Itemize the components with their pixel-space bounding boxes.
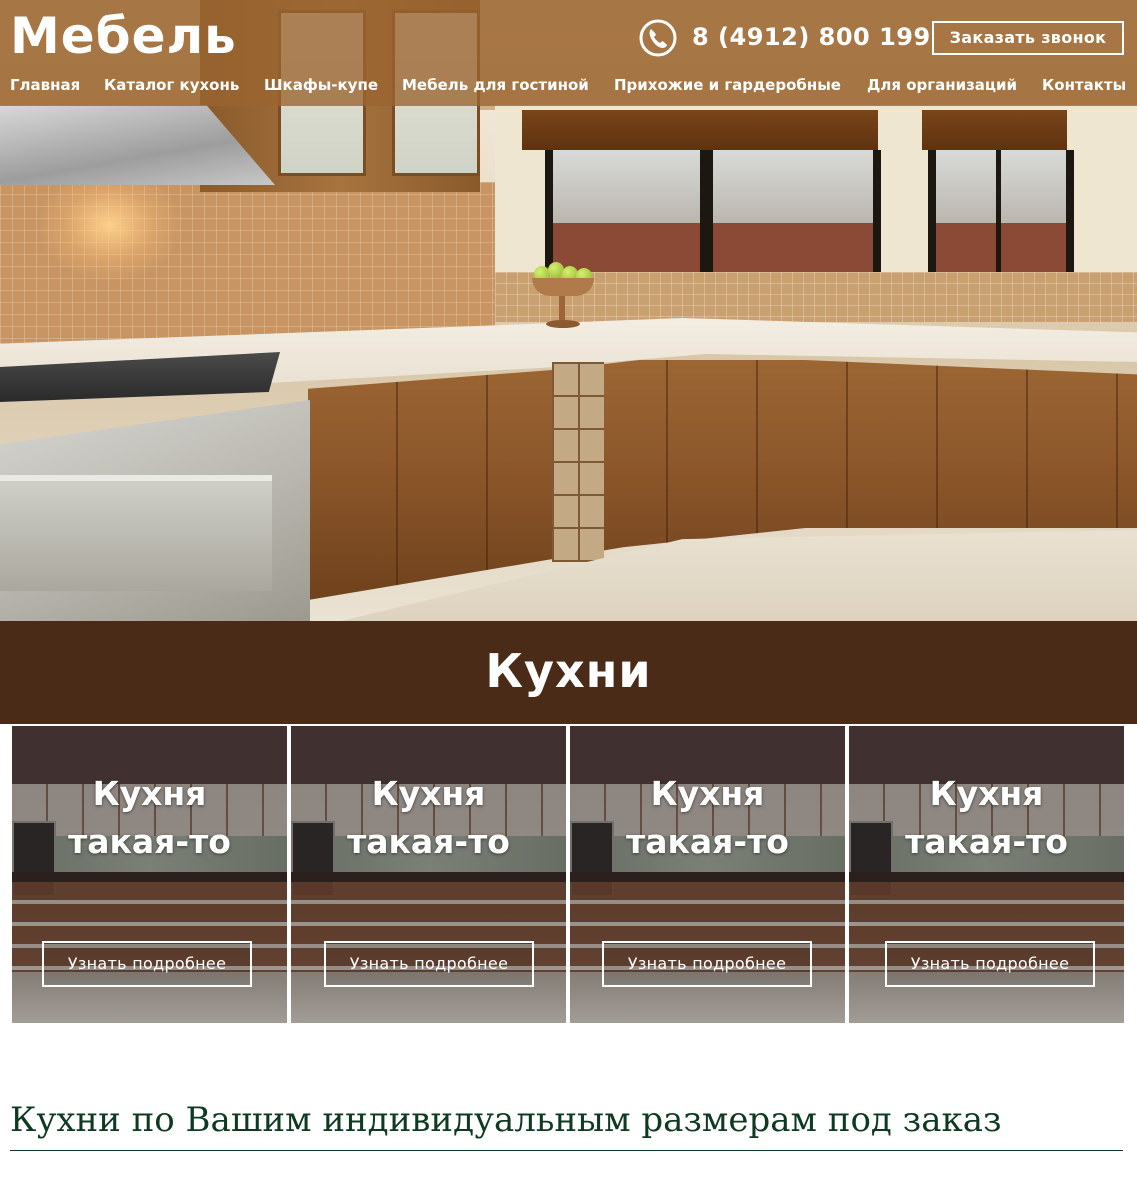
learn-more-button[interactable]: Узнать подробнее bbox=[602, 941, 812, 987]
learn-more-button[interactable]: Узнать подробнее bbox=[42, 941, 252, 987]
hero-bowl-stem bbox=[559, 296, 565, 322]
hero-window bbox=[545, 150, 881, 272]
phone-number[interactable]: 8 (4912) 800 199 bbox=[692, 20, 931, 54]
kitchen-card-title-line2: такая-то bbox=[626, 822, 789, 861]
kitchen-card-title: Кухня такая-то bbox=[291, 770, 566, 866]
kitchen-card[interactable]: Кухня такая-то Узнать подробнее bbox=[849, 726, 1124, 1023]
kitchen-card-title: Кухня такая-то bbox=[570, 770, 845, 866]
nav-item-living-room[interactable]: Мебель для гостиной bbox=[402, 74, 589, 96]
nav-item-kitchen-catalog[interactable]: Каталог кухонь bbox=[104, 74, 239, 96]
hero-light-glow bbox=[40, 170, 180, 280]
kitchen-card-title-line1: Кухня bbox=[650, 774, 765, 813]
learn-more-button[interactable]: Узнать подробнее bbox=[324, 941, 534, 987]
hero-window bbox=[928, 150, 1074, 272]
kitchen-card[interactable]: Кухня такая-то Узнать подробнее bbox=[12, 726, 287, 1023]
kitchen-card-title-line2: такая-то bbox=[347, 822, 510, 861]
kitchen-card[interactable]: Кухня такая-то Узнать подробнее bbox=[291, 726, 566, 1023]
kitchen-card-title-line1: Кухня bbox=[371, 774, 486, 813]
kitchen-card-title: Кухня такая-то bbox=[849, 770, 1124, 866]
nav-item-home[interactable]: Главная bbox=[10, 74, 80, 96]
page-heading: Кухни по Вашим индивидуальным размерам п… bbox=[10, 1100, 1002, 1140]
kitchen-card-title-line2: такая-то bbox=[68, 822, 231, 861]
hero-oven-glass bbox=[0, 475, 272, 591]
hero-window-valance bbox=[922, 110, 1067, 150]
section-title: Кухни bbox=[485, 644, 652, 698]
kitchen-card-title-line1: Кухня bbox=[92, 774, 207, 813]
nav-item-contacts[interactable]: Контакты bbox=[1042, 74, 1126, 96]
nav-item-organizations[interactable]: Для организаций bbox=[867, 74, 1017, 96]
kitchen-card[interactable]: Кухня такая-то Узнать подробнее bbox=[570, 726, 845, 1023]
hero-fruit-bowl bbox=[528, 262, 598, 332]
hero-wine-rack bbox=[552, 362, 604, 562]
hero-bowl-dish bbox=[532, 278, 594, 296]
hero-oven bbox=[0, 400, 310, 621]
site-header: Мебель 8 (4912) 800 199 Заказать звонок … bbox=[0, 0, 1137, 106]
learn-more-button[interactable]: Узнать подробнее bbox=[885, 941, 1095, 987]
kitchen-card-title-line1: Кухня bbox=[929, 774, 1044, 813]
nav-item-hallways[interactable]: Прихожие и гардеробные bbox=[614, 74, 841, 96]
site-logo[interactable]: Мебель bbox=[10, 6, 237, 66]
phone-icon bbox=[639, 19, 677, 57]
nav-item-wardrobes[interactable]: Шкафы-купе bbox=[264, 74, 378, 96]
hero-window-valance bbox=[522, 110, 878, 150]
kitchen-card-title-line2: такая-то bbox=[905, 822, 1068, 861]
main-nav: Главная Каталог кухонь Шкафы-купе Мебель… bbox=[0, 74, 1137, 96]
section-banner: Кухни bbox=[0, 621, 1137, 724]
kitchen-card-title: Кухня такая-то bbox=[12, 770, 287, 866]
hero-bowl-base bbox=[546, 320, 580, 328]
heading-divider bbox=[10, 1150, 1123, 1151]
order-callback-button[interactable]: Заказать звонок bbox=[932, 21, 1124, 55]
